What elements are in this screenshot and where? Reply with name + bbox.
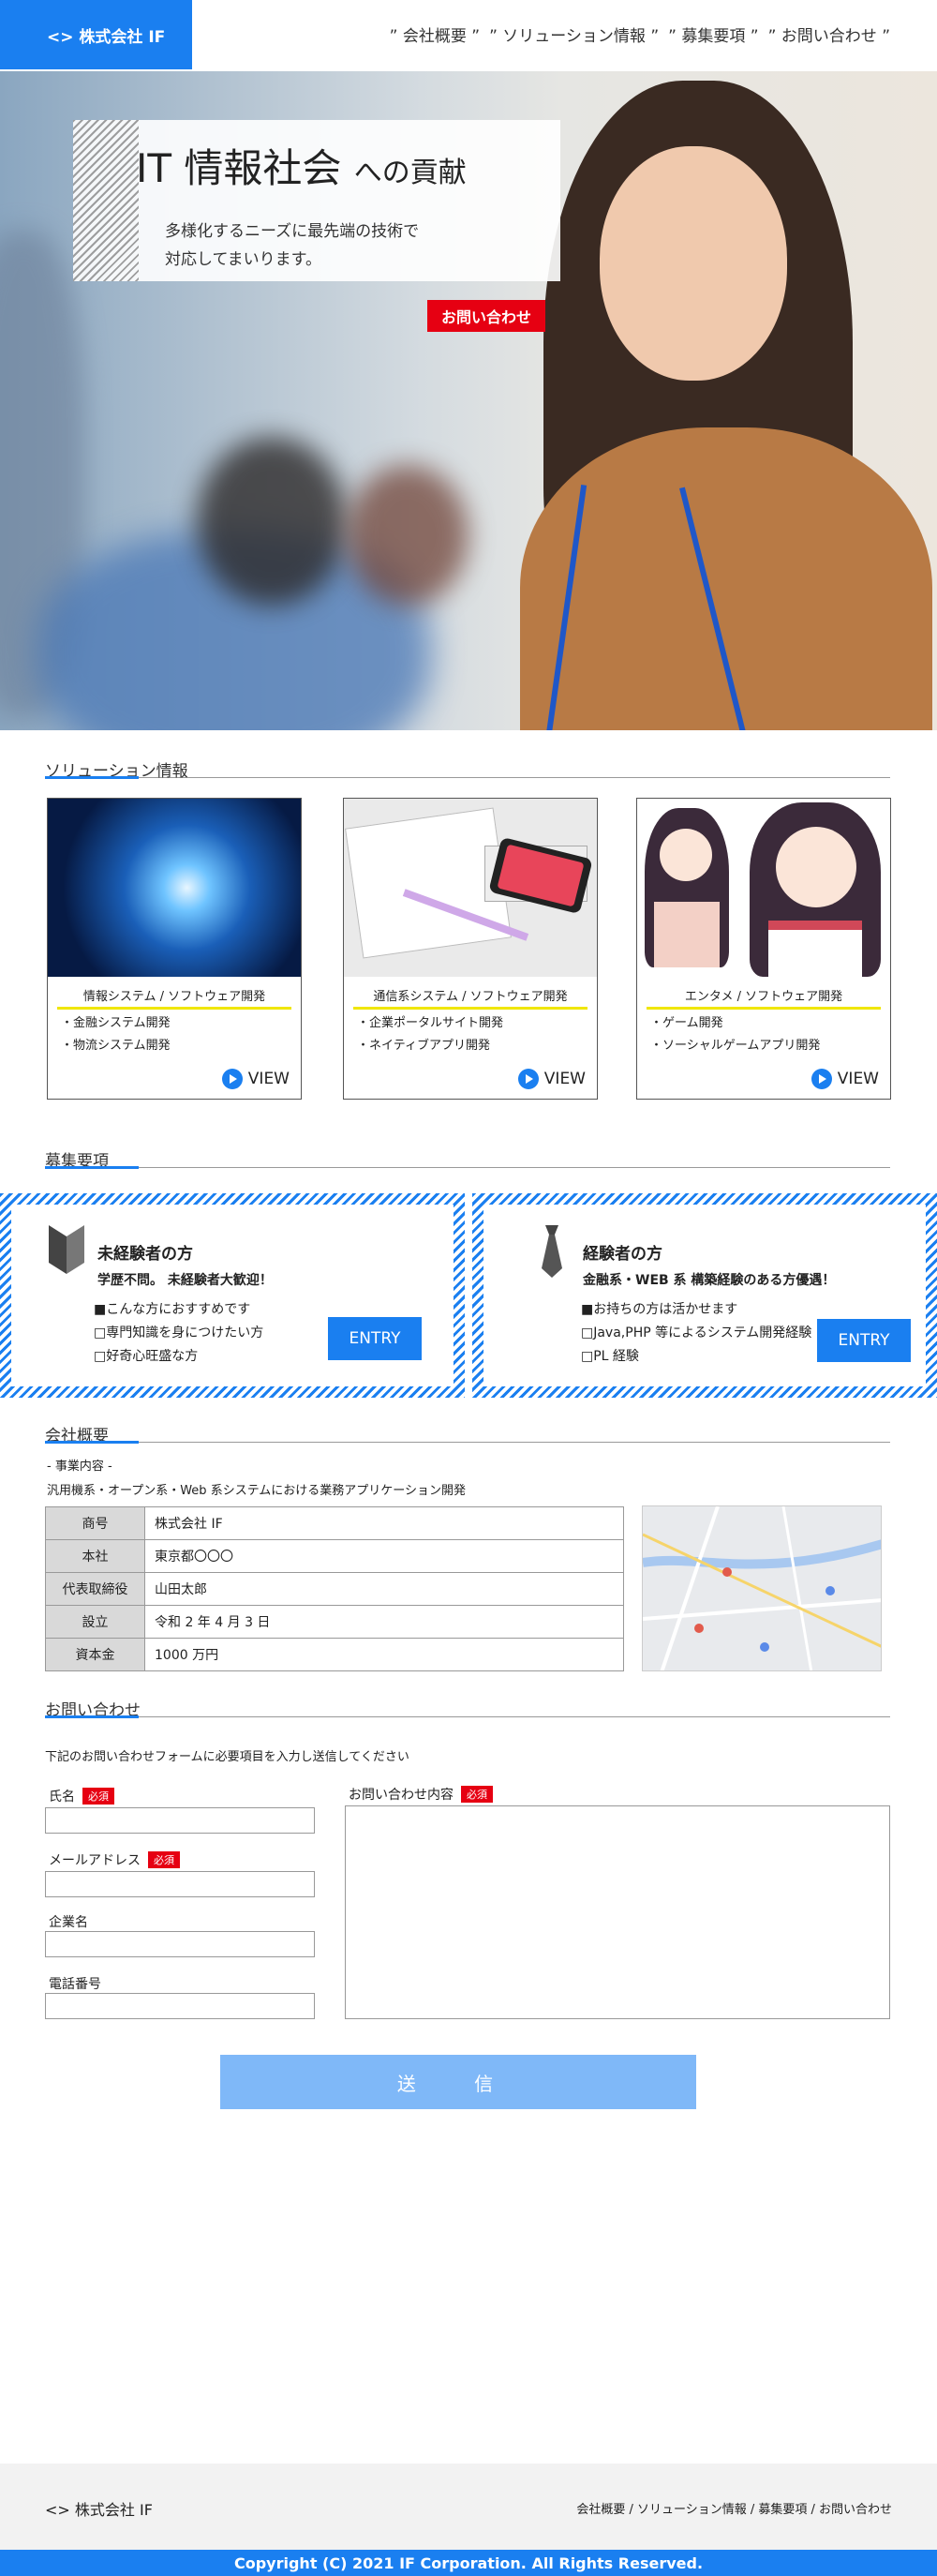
card-item: ・企業ポータルサイト開発	[357, 1016, 504, 1030]
table-value: 1000 万円	[144, 1638, 624, 1671]
company-table: 商号 株式会社 IF 本社 東京都〇〇〇 代表取締役 山田太郎 設立 令和 2 年 4 …	[45, 1506, 624, 1671]
phone-input[interactable]	[45, 1993, 315, 2019]
card-item: ・金融システム開発	[61, 1016, 171, 1030]
name-input[interactable]	[45, 1807, 315, 1834]
required-badge: 必須	[148, 1851, 180, 1868]
required-badge: 必須	[461, 1786, 493, 1803]
beginner-mark-icon	[49, 1225, 84, 1274]
play-icon	[517, 1069, 539, 1089]
necktie-icon	[542, 1225, 562, 1278]
global-nav: ” 会社概要 ” ” ソリューション情報 ” ” 募集要項 ” ” お問い合わせ…	[390, 22, 890, 46]
table-key: 代表取締役	[45, 1572, 145, 1606]
card-items: ・ゲーム開発 ・ソーシャルゲームアプリ開発	[650, 1012, 820, 1057]
hero-title-main: IT 情報社会	[136, 145, 342, 191]
entry-button-inexperienced[interactable]: ENTRY	[328, 1317, 422, 1360]
recruit-title: 未経験者の方	[97, 1245, 193, 1264]
table-row: 本社 東京都〇〇〇	[45, 1539, 624, 1573]
recruit-title: 経験者の方	[583, 1245, 662, 1264]
mail-label: メールアドレス 必須	[49, 1850, 180, 1869]
table-value: 株式会社 IF	[144, 1506, 624, 1540]
card-item: ・ソーシャルゲームアプリ開発	[650, 1039, 821, 1053]
view-link[interactable]: VIEW	[517, 1069, 586, 1089]
desk-design-image	[344, 799, 597, 977]
table-row: 代表取締役 山田太郎	[45, 1572, 624, 1606]
nav-contact[interactable]: ” お問い合わせ ”	[768, 22, 890, 46]
recruit-subtitle: 学歴不問。 未経験者大歓迎！	[97, 1273, 273, 1288]
card-items: ・企業ポータルサイト開発 ・ネイティブアプリ開発	[357, 1012, 503, 1057]
recruit-experienced-panel: 経験者の方 金融系・WEB 系 構築経験のある方優遇！ ■お持ちの方は活かせます…	[472, 1193, 937, 1398]
card-item: ・ゲーム開発	[650, 1016, 723, 1030]
card-title: 通信系システム / ソフトウェア開発	[353, 986, 587, 1010]
card-title: 情報システム / ソフトウェア開発	[57, 986, 291, 1010]
table-row: 設立 令和 2 年 4 月 3 日	[45, 1605, 624, 1639]
view-link[interactable]: VIEW	[811, 1069, 879, 1089]
card-title: エンタメ / ソフトウェア開発	[647, 986, 881, 1010]
view-link[interactable]: VIEW	[221, 1069, 290, 1089]
card-item: ・物流システム開発	[61, 1039, 171, 1053]
solution-card-telecom[interactable]: 通信系システム / ソフトウェア開発 ・企業ポータルサイト開発 ・ネイティブアプ…	[343, 798, 598, 1100]
table-key: 設立	[45, 1605, 145, 1639]
contact-heading: お問い合わせ	[45, 1697, 890, 1720]
company-input[interactable]	[45, 1931, 315, 1957]
business-text: 汎用機系・オープン系・Web 系システムにおける業務アプリケーション開発	[47, 1484, 467, 1498]
footer: <> 株式会社 IF 会社概要 / ソリューション情報 / 募集要項 / お問い…	[0, 2464, 937, 2550]
company-heading: 会社概要	[45, 1422, 890, 1445]
table-row: 資本金 1000 万円	[45, 1638, 624, 1671]
message-textarea[interactable]	[345, 1805, 890, 2019]
message-label: お問い合わせ内容 必須	[349, 1785, 493, 1804]
play-icon	[221, 1069, 243, 1089]
site-logo[interactable]: <> 株式会社 IF	[0, 0, 192, 69]
hero-subtitle: 多様化するニーズに最先端の技術で 対応してまいります。	[165, 222, 420, 269]
location-map[interactable]	[642, 1505, 882, 1671]
table-key: 商号	[45, 1506, 145, 1540]
contact-intro: 下記のお問い合わせフォームに必要項目を入力し送信してください	[45, 1750, 409, 1764]
table-value: 山田太郎	[144, 1572, 624, 1606]
network-image	[48, 799, 301, 977]
nav-recruit[interactable]: ” 募集要項 ”	[668, 22, 758, 46]
table-key: 資本金	[45, 1638, 145, 1671]
recruit-list: ■こんな方におすすめです □専門知識を身につけたい方 □好奇心旺盛な方	[94, 1302, 264, 1364]
footer-links[interactable]: 会社概要 / ソリューション情報 / 募集要項 / お問い合わせ	[576, 2499, 892, 2517]
phone-label: 電話番号	[49, 1977, 101, 1992]
copyright: Copyright (C) 2021 IF Corporation. All R…	[0, 2550, 937, 2576]
business-label: - 事業内容 -	[47, 1460, 112, 1474]
solution-card-entertainment[interactable]: エンタメ / ソフトウェア開発 ・ゲーム開発 ・ソーシャルゲームアプリ開発 VI…	[636, 798, 891, 1100]
nav-company[interactable]: ” 会社概要 ”	[390, 22, 480, 46]
solutions-heading: ソリューション情報	[45, 757, 890, 781]
card-item: ・ネイティブアプリ開発	[357, 1039, 490, 1053]
footer-logo[interactable]: <> 株式会社 IF	[45, 2497, 153, 2520]
email-field[interactable]	[45, 1871, 315, 1897]
table-key: 本社	[45, 1539, 145, 1573]
submit-button[interactable]: 送 信	[220, 2055, 696, 2109]
solution-card-info[interactable]: 情報システム / ソフトウェア開発 ・金融システム開発 ・物流システム開発 VI…	[47, 798, 302, 1100]
hero-title: IT 情報社会 への貢献	[136, 137, 467, 194]
play-icon	[811, 1069, 832, 1089]
card-items: ・金融システム開発 ・物流システム開発	[61, 1012, 171, 1057]
required-badge: 必須	[82, 1788, 114, 1805]
recruit-inexperienced-panel: 未経験者の方 学歴不問。 未経験者大歓迎！ ■こんな方におすすめです □専門知識…	[0, 1193, 465, 1398]
recruit-subtitle: 金融系・WEB 系 構築経験のある方優遇！	[583, 1273, 836, 1288]
table-row: 商号 株式会社 IF	[45, 1506, 624, 1540]
name-label: 氏名 必須	[49, 1787, 114, 1805]
hero-contact-button[interactable]: お問い合わせ	[427, 300, 545, 332]
entry-button-experienced[interactable]: ENTRY	[817, 1319, 911, 1362]
company-label: 企業名	[49, 1915, 88, 1930]
nav-solutions[interactable]: ” ソリューション情報 ”	[489, 22, 659, 46]
hero-title-tail: への貢献	[353, 157, 467, 189]
table-value: 東京都〇〇〇	[144, 1539, 624, 1573]
recruit-list: ■お持ちの方は活かせます □Java,PHP 等によるシステム開発経験 □PL …	[581, 1302, 812, 1364]
anime-characters-image	[637, 799, 890, 977]
table-value: 令和 2 年 4 月 3 日	[144, 1605, 624, 1639]
recruit-heading: 募集要項	[45, 1147, 890, 1171]
